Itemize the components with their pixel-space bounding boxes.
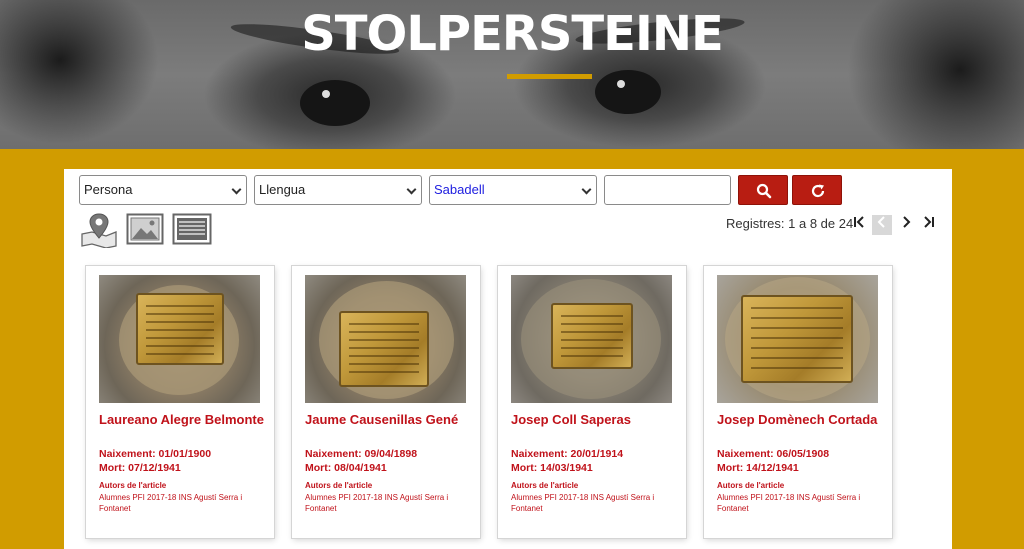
death-date: Mort: 14/03/1941 [511, 462, 593, 474]
first-page-icon [854, 216, 864, 228]
persona-select[interactable]: Persona [79, 175, 247, 205]
chevron-down-icon [581, 184, 592, 195]
authors-label: Autors de l'article [717, 481, 785, 490]
stolperstein-photo [99, 275, 260, 403]
person-card[interactable]: Jaume Causenillas Gené Naixement: 09/04/… [292, 266, 480, 538]
map-view-button[interactable] [80, 212, 118, 249]
birth-date: Naixement: 01/01/1900 [99, 448, 212, 460]
stolperstein-photo [305, 275, 466, 403]
authors-text: Alumnes PFI 2017-18 INS Agustí Serra i F… [305, 493, 449, 513]
hero-photo-detail [595, 70, 661, 114]
chevron-down-icon [231, 184, 242, 195]
last-page-button[interactable] [919, 215, 939, 235]
hero-banner: STOLPERSTEINE [0, 0, 1024, 149]
death-date: Mort: 07/12/1941 [99, 462, 181, 474]
chevron-right-icon [903, 216, 911, 228]
birth-date: Naixement: 06/05/1908 [717, 448, 830, 460]
authors-text: Alumnes PFI 2017-18 INS Agustí Serra i F… [99, 493, 243, 513]
search-button[interactable] [738, 175, 788, 205]
list-icon [172, 213, 212, 245]
stolperstein-photo [511, 275, 672, 403]
persona-select-value: Persona [84, 182, 133, 197]
llengua-select-value: Llengua [259, 182, 306, 197]
results-count: Registres: 1 a 8 de 24 [726, 216, 854, 231]
search-input[interactable] [604, 175, 731, 205]
person-card[interactable]: Josep Domènech Cortada Naixement: 06/05/… [704, 266, 892, 538]
person-name[interactable]: Jaume Causenillas Gené [305, 412, 458, 427]
city-select-value: Sabadell [434, 182, 485, 197]
title-underline [507, 74, 592, 79]
death-date: Mort: 08/04/1941 [305, 462, 387, 474]
image-icon [126, 213, 164, 245]
first-page-button[interactable] [849, 215, 869, 235]
person-card[interactable]: Josep Coll Saperas Naixement: 20/01/1914… [498, 266, 686, 538]
birth-date: Naixement: 09/04/1898 [305, 448, 418, 460]
person-name[interactable]: Laureano Alegre Belmonte [99, 412, 264, 427]
page-title: STOLPERSTEINE [301, 6, 724, 62]
llengua-select[interactable]: Llengua [254, 175, 422, 205]
city-select[interactable]: Sabadell [429, 175, 597, 205]
person-name[interactable]: Josep Coll Saperas [511, 412, 631, 427]
gallery-view-button[interactable] [126, 212, 164, 246]
reset-button[interactable] [792, 175, 842, 205]
prev-page-button[interactable] [872, 215, 892, 235]
refresh-icon [811, 184, 825, 198]
authors-label: Autors de l'article [99, 481, 167, 490]
authors-label: Autors de l'article [511, 481, 579, 490]
map-marker-icon [81, 213, 117, 249]
authors-text: Alumnes PFI 2017-18 INS Agustí Serra i F… [511, 493, 655, 513]
list-view-button[interactable] [172, 212, 212, 246]
search-icon [756, 183, 772, 199]
person-name[interactable]: Josep Domènech Cortada [717, 412, 877, 427]
death-date: Mort: 14/12/1941 [717, 462, 799, 474]
authors-label: Autors de l'article [305, 481, 373, 490]
hero-photo-detail [300, 80, 370, 126]
chevron-left-icon [877, 216, 885, 228]
stolperstein-photo [717, 275, 878, 403]
results-panel: Persona Llengua Sabadell Registres: 1 a … [64, 169, 952, 549]
authors-text: Alumnes PFI 2017-18 INS Agustí Serra i F… [717, 493, 861, 513]
next-page-button[interactable] [896, 215, 916, 235]
chevron-down-icon [406, 184, 417, 195]
birth-date: Naixement: 20/01/1914 [511, 448, 624, 460]
last-page-icon [924, 216, 934, 228]
person-card[interactable]: Laureano Alegre Belmonte Naixement: 01/0… [86, 266, 274, 538]
